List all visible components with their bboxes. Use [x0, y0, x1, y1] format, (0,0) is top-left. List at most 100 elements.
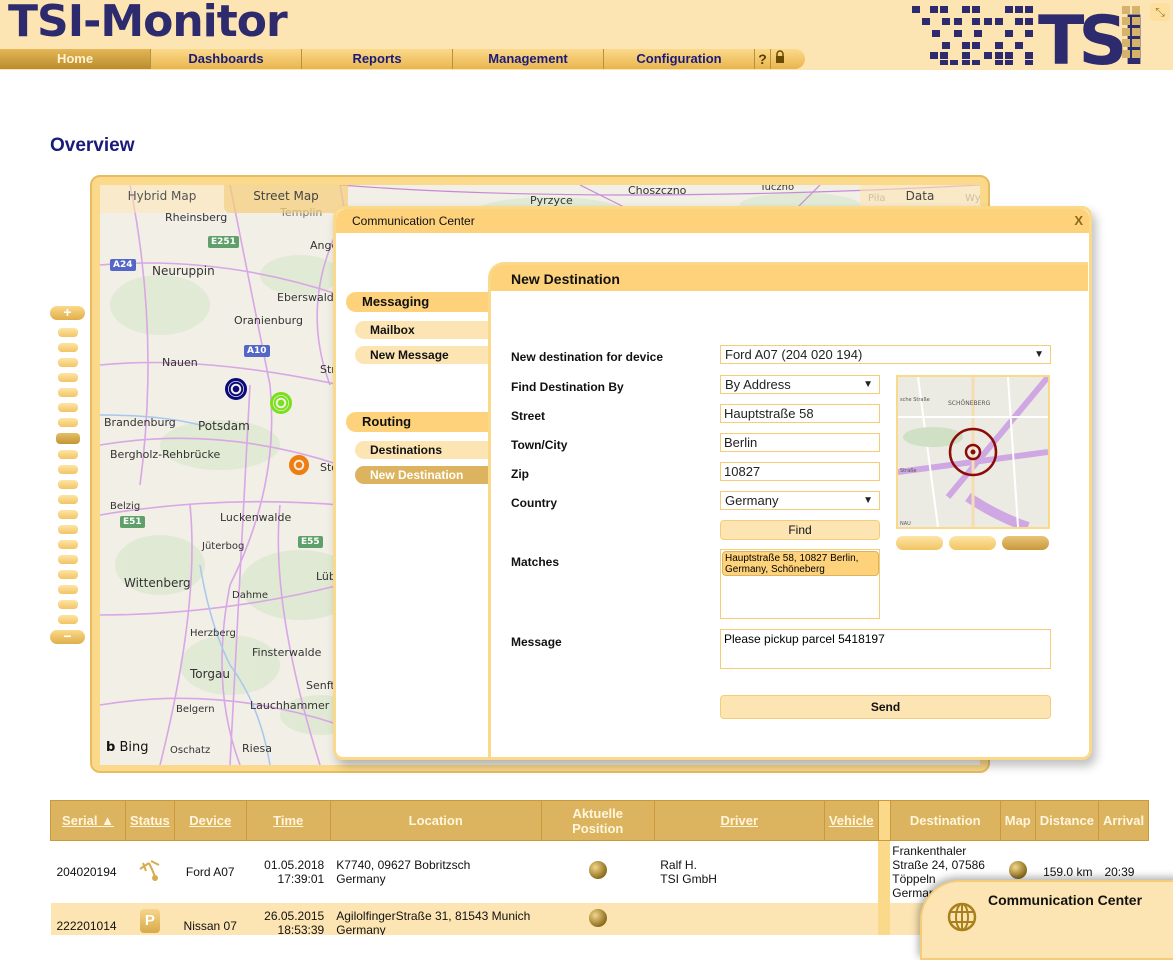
map-label: Dahme: [232, 590, 269, 601]
collapse-arrows-icon[interactable]: ⤡: [1150, 3, 1170, 21]
sidebar-item-mailbox[interactable]: Mailbox: [355, 321, 488, 339]
find-by-label: Find Destination By: [511, 380, 624, 394]
green-vehicle-marker[interactable]: [270, 392, 292, 414]
zoom-level-step[interactable]: [58, 358, 78, 367]
chevron-down-icon: ▼: [1034, 349, 1044, 360]
zoom-slider-handle[interactable]: [56, 433, 80, 444]
zoom-level-step[interactable]: [58, 585, 78, 594]
map-label: Herzberg: [190, 628, 236, 639]
column-header-driver[interactable]: Driver: [653, 800, 825, 841]
zoom-level-step[interactable]: [58, 615, 78, 624]
zoom-level-step[interactable]: [58, 480, 78, 489]
zoom-level-step[interactable]: [58, 388, 78, 397]
nav-configuration[interactable]: Configuration: [604, 49, 755, 69]
zoom-level-step[interactable]: [58, 525, 78, 534]
nav-management[interactable]: Management: [453, 49, 604, 69]
sidebar-item-destinations[interactable]: Destinations: [355, 441, 488, 459]
message-label: Message: [511, 635, 562, 649]
globe-icon[interactable]: [1008, 861, 1027, 880]
zoom-level-step[interactable]: [58, 495, 78, 504]
navy-vehicle-marker[interactable]: [225, 378, 247, 400]
map-label: Wittenberg: [124, 576, 191, 590]
chevron-down-icon: ▼: [863, 379, 873, 390]
parked-status-icon: P: [139, 908, 160, 933]
map-label: Brandenburg: [104, 416, 176, 429]
globe-icon: [947, 902, 977, 935]
main-nav: Home Dashboards Reports Management Confi…: [0, 49, 805, 69]
mini-map-zoom-in-button[interactable]: [896, 536, 943, 550]
column-header-status[interactable]: Status: [125, 800, 175, 841]
sidebar-item-new-destination[interactable]: New Destination: [355, 466, 488, 484]
zoom-level-step[interactable]: [58, 555, 78, 564]
location-cell: K7740, 09627 Bobritzsch Germany: [330, 840, 542, 903]
nav-reports[interactable]: Reports: [302, 49, 453, 69]
map-label: Choszczno: [628, 185, 687, 197]
device-select[interactable]: Ford A07 (204 020 194) ▼: [720, 345, 1051, 364]
nav-dashboards[interactable]: Dashboards: [151, 49, 302, 69]
zoom-level-step[interactable]: [58, 450, 78, 459]
map-label: Belgern: [176, 704, 215, 715]
orange-vehicle-marker[interactable]: [289, 455, 309, 475]
zoom-level-step[interactable]: [58, 600, 78, 609]
street-input[interactable]: Hauptstraße 58: [720, 404, 880, 423]
zip-input[interactable]: 10827: [720, 462, 880, 481]
mini-map-roads: SCHÖNEBERG sche Straße Straße NAU: [898, 377, 1048, 527]
send-button[interactable]: Send: [720, 695, 1051, 719]
match-item[interactable]: Hauptstraße 58, 10827 Berlin, Germany, S…: [722, 551, 879, 576]
column-header-device[interactable]: Device: [173, 800, 247, 841]
zoom-level-step[interactable]: [58, 328, 78, 337]
mini-map-center-button[interactable]: [949, 536, 996, 550]
sidebar-group-routing[interactable]: Routing: [346, 412, 488, 432]
globe-icon[interactable]: [588, 861, 607, 880]
matches-list[interactable]: Hauptstraße 58, 10827 Berlin, Germany, S…: [720, 549, 880, 619]
map-label: Neuruppin: [152, 264, 215, 278]
town-input[interactable]: Berlin: [720, 433, 880, 452]
nav-home[interactable]: Home: [0, 49, 151, 69]
mini-map-label: sche Straße: [900, 397, 930, 403]
column-header-serial[interactable]: Serial ▲: [50, 800, 126, 841]
sidebar-item-new-message[interactable]: New Message: [355, 346, 488, 364]
mini-map-label: SCHÖNEBERG: [948, 400, 991, 407]
zoom-level-step[interactable]: [58, 343, 78, 352]
map-label: Bergholz-Rehbrücke: [110, 448, 221, 461]
zoom-out-button[interactable]: −: [50, 629, 85, 644]
sidebar-group-messaging[interactable]: Messaging: [346, 292, 488, 312]
zoom-level-step[interactable]: [58, 510, 78, 519]
find-button[interactable]: Find: [720, 520, 880, 540]
zoom-level-step[interactable]: [58, 418, 78, 427]
help-icon[interactable]: ?: [755, 49, 771, 69]
driver-cell: [654, 902, 825, 935]
lock-icon[interactable]: [771, 49, 789, 69]
column-separator: [877, 800, 891, 841]
map-zoom-slider[interactable]: + −: [50, 305, 86, 652]
map-label: Belzig: [110, 501, 141, 512]
country-label: Country: [511, 496, 557, 510]
street-label: Street: [511, 409, 546, 423]
zoom-level-step[interactable]: [58, 465, 78, 474]
communication-center-dialog: Communication Center X Messaging Mailbox…: [333, 206, 1092, 760]
zoom-level-step[interactable]: [58, 373, 78, 382]
header: TSI-Monitor Home Dashboards Reports Mana…: [0, 0, 1173, 81]
column-header-time[interactable]: Time: [245, 800, 331, 841]
time-cell: 01.05.2018 17:39:01: [246, 840, 331, 903]
column-separator: [878, 902, 891, 935]
road-badge: E55: [298, 536, 323, 548]
column-header-vehicle[interactable]: Vehicle: [823, 800, 879, 841]
destination-mini-map[interactable]: SCHÖNEBERG sche Straße Straße NAU: [896, 375, 1050, 529]
close-icon[interactable]: X: [1074, 213, 1083, 228]
zoom-level-step[interactable]: [58, 570, 78, 579]
mini-map-zoom-out-button[interactable]: [1002, 536, 1049, 550]
tab-hybrid-map[interactable]: Hybrid Map: [100, 185, 224, 213]
zoom-level-step[interactable]: [58, 540, 78, 549]
communication-center-dock[interactable]: Communication Center: [920, 880, 1173, 960]
message-textarea[interactable]: Please pickup parcel 5418197: [720, 629, 1051, 669]
map-label: Luckenwalde: [220, 511, 292, 524]
tab-street-map[interactable]: Street Map: [224, 185, 348, 213]
find-by-select[interactable]: By Address ▼: [720, 375, 880, 394]
globe-icon[interactable]: [588, 908, 607, 927]
panel-title: New Destination: [511, 271, 620, 287]
dialog-titlebar[interactable]: Communication Center X: [336, 209, 1089, 233]
zoom-in-button[interactable]: +: [50, 305, 85, 320]
country-select[interactable]: Germany ▼: [720, 491, 880, 510]
zoom-level-step[interactable]: [58, 403, 78, 412]
